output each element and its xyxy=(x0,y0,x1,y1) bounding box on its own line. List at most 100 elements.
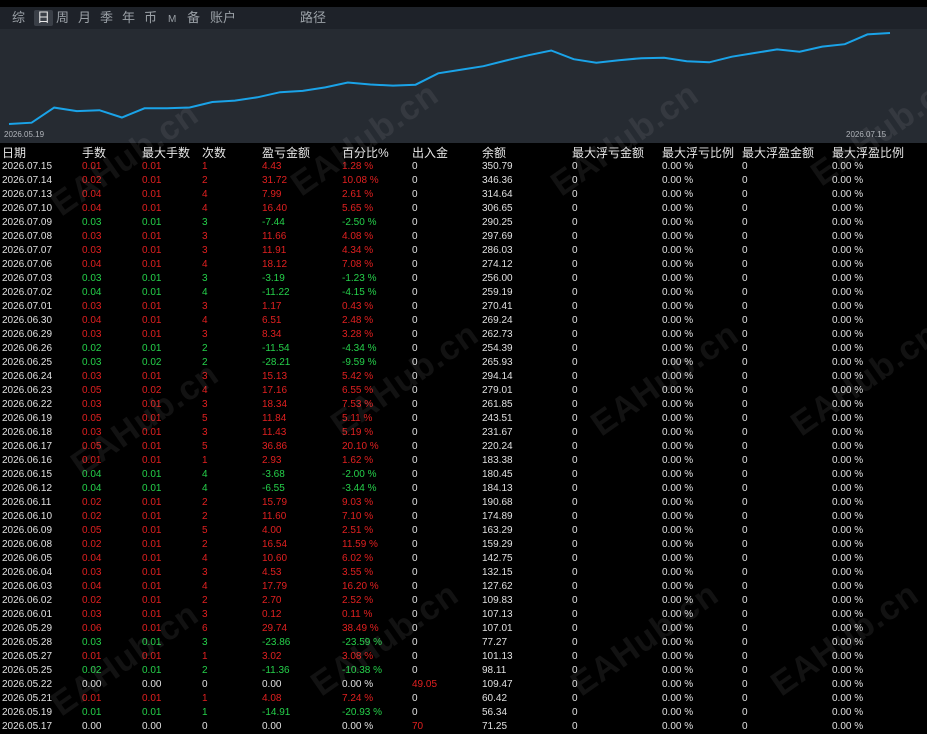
cell-3: 4 xyxy=(202,315,208,326)
cell-5: -2.00 % xyxy=(342,469,377,480)
cell-1: 0.03 xyxy=(82,357,102,368)
cell-4: 4.53 xyxy=(262,567,282,578)
cell-4: 11.43 xyxy=(262,427,287,438)
cell-1: 0.03 xyxy=(82,245,102,256)
cell-1: 0.01 xyxy=(82,161,102,172)
cell-5: 1.28 % xyxy=(342,161,374,172)
cell-9: 0.00 % xyxy=(662,679,694,690)
tab-3[interactable]: 月 xyxy=(78,10,91,26)
tab-5[interactable]: 年 xyxy=(122,10,135,26)
cell-11: 0.00 % xyxy=(832,371,864,382)
cell-7: 159.29 xyxy=(482,539,513,550)
cell-11: 0.00 % xyxy=(832,455,864,466)
cell-0: 2026.05.29 xyxy=(2,623,53,634)
cell-7: 297.69 xyxy=(482,231,513,242)
cell-6: 0 xyxy=(412,245,418,256)
cell-3: 4 xyxy=(202,581,208,592)
cell-8: 0 xyxy=(572,595,578,606)
cell-10: 0 xyxy=(742,665,748,676)
cell-10: 0 xyxy=(742,357,748,368)
cell-3: 2 xyxy=(202,343,208,354)
cell-3: 3 xyxy=(202,301,208,312)
cell-3: 4 xyxy=(202,287,208,298)
cell-11: 0.00 % xyxy=(832,329,864,340)
cell-11: 0.00 % xyxy=(832,623,864,634)
cell-1: 0.02 xyxy=(82,175,102,186)
cell-0: 2026.07.06 xyxy=(2,259,53,270)
cell-4: -3.68 xyxy=(262,469,285,480)
cell-8: 0 xyxy=(572,203,578,214)
tab-10[interactable]: 路径 xyxy=(300,10,326,26)
cell-7: 279.01 xyxy=(482,385,513,396)
cell-7: 142.75 xyxy=(482,553,513,564)
cell-9: 0.00 % xyxy=(662,329,694,340)
cell-8: 0 xyxy=(572,679,578,690)
cell-5: 0.11 % xyxy=(342,609,373,620)
column-header-6: 出入金 xyxy=(412,146,449,160)
cell-7: 60.42 xyxy=(482,693,508,704)
cell-0: 2026.05.28 xyxy=(2,637,53,648)
cell-2: 0.01 xyxy=(142,693,162,704)
tab-2[interactable]: 周 xyxy=(56,10,69,26)
cell-4: -23.86 xyxy=(262,637,291,648)
column-header-8: 最大浮亏金额 xyxy=(572,146,645,160)
cell-8: 0 xyxy=(572,259,578,270)
cell-4: 11.84 xyxy=(262,413,287,424)
tab-0[interactable]: 综 xyxy=(12,10,25,26)
cell-5: 3.55 % xyxy=(342,567,374,578)
cell-11: 0.00 % xyxy=(832,707,864,718)
cell-1: 0.05 xyxy=(82,441,102,452)
cell-0: 2026.07.09 xyxy=(2,217,53,228)
cell-3: 2 xyxy=(202,539,208,550)
cell-11: 0.00 % xyxy=(832,427,864,438)
cell-5: -3.44 % xyxy=(342,483,377,494)
tab-7[interactable]: M xyxy=(168,12,176,28)
cell-4: 4.00 xyxy=(262,525,282,536)
tab-4[interactable]: 季 xyxy=(100,10,113,26)
cell-10: 0 xyxy=(742,385,748,396)
cell-2: 0.01 xyxy=(142,371,162,382)
cell-8: 0 xyxy=(572,721,578,732)
cell-9: 0.00 % xyxy=(662,441,694,452)
cell-9: 0.00 % xyxy=(662,595,694,606)
cell-4: 31.72 xyxy=(262,175,288,186)
cell-0: 2026.06.09 xyxy=(2,525,53,536)
cell-3: 4 xyxy=(202,483,208,494)
cell-11: 0.00 % xyxy=(832,273,864,284)
cell-3: 3 xyxy=(202,637,208,648)
tab-6[interactable]: 币 xyxy=(144,10,157,26)
cell-11: 0.00 % xyxy=(832,581,864,592)
tab-1[interactable]: 日 xyxy=(34,10,54,26)
chart-end-date: 2026.07.15 xyxy=(846,130,887,139)
cell-7: 180.45 xyxy=(482,469,513,480)
cell-9: 0.00 % xyxy=(662,245,694,256)
cell-1: 0.05 xyxy=(82,413,102,424)
cell-7: 71.25 xyxy=(482,721,508,732)
cell-5: 10.08 % xyxy=(342,175,379,186)
cell-6: 0 xyxy=(412,497,418,508)
cell-6: 0 xyxy=(412,665,418,676)
cell-0: 2026.06.15 xyxy=(2,469,53,480)
cell-8: 0 xyxy=(572,581,578,592)
cell-9: 0.00 % xyxy=(662,315,694,326)
cell-1: 0.04 xyxy=(82,553,102,564)
cell-7: 274.12 xyxy=(482,259,513,270)
cell-8: 0 xyxy=(572,609,578,620)
cell-1: 0.06 xyxy=(82,623,102,634)
cell-4: 18.34 xyxy=(262,399,288,410)
tab-9[interactable]: 账户 xyxy=(210,10,236,26)
cell-10: 0 xyxy=(742,707,748,718)
cell-3: 4 xyxy=(202,259,208,270)
cell-3: 1 xyxy=(202,455,208,466)
column-header-9: 最大浮亏比例 xyxy=(662,146,735,160)
cell-10: 0 xyxy=(742,581,748,592)
tab-8[interactable]: 备 xyxy=(187,10,200,26)
cell-2: 0.01 xyxy=(142,315,162,326)
cell-3: 2 xyxy=(202,497,208,508)
cell-9: 0.00 % xyxy=(662,217,694,228)
cell-7: 109.47 xyxy=(482,679,513,690)
cell-9: 0.00 % xyxy=(662,511,694,522)
cell-0: 2026.07.07 xyxy=(2,245,53,256)
cell-3: 3 xyxy=(202,245,208,256)
cell-1: 0.04 xyxy=(82,315,102,326)
